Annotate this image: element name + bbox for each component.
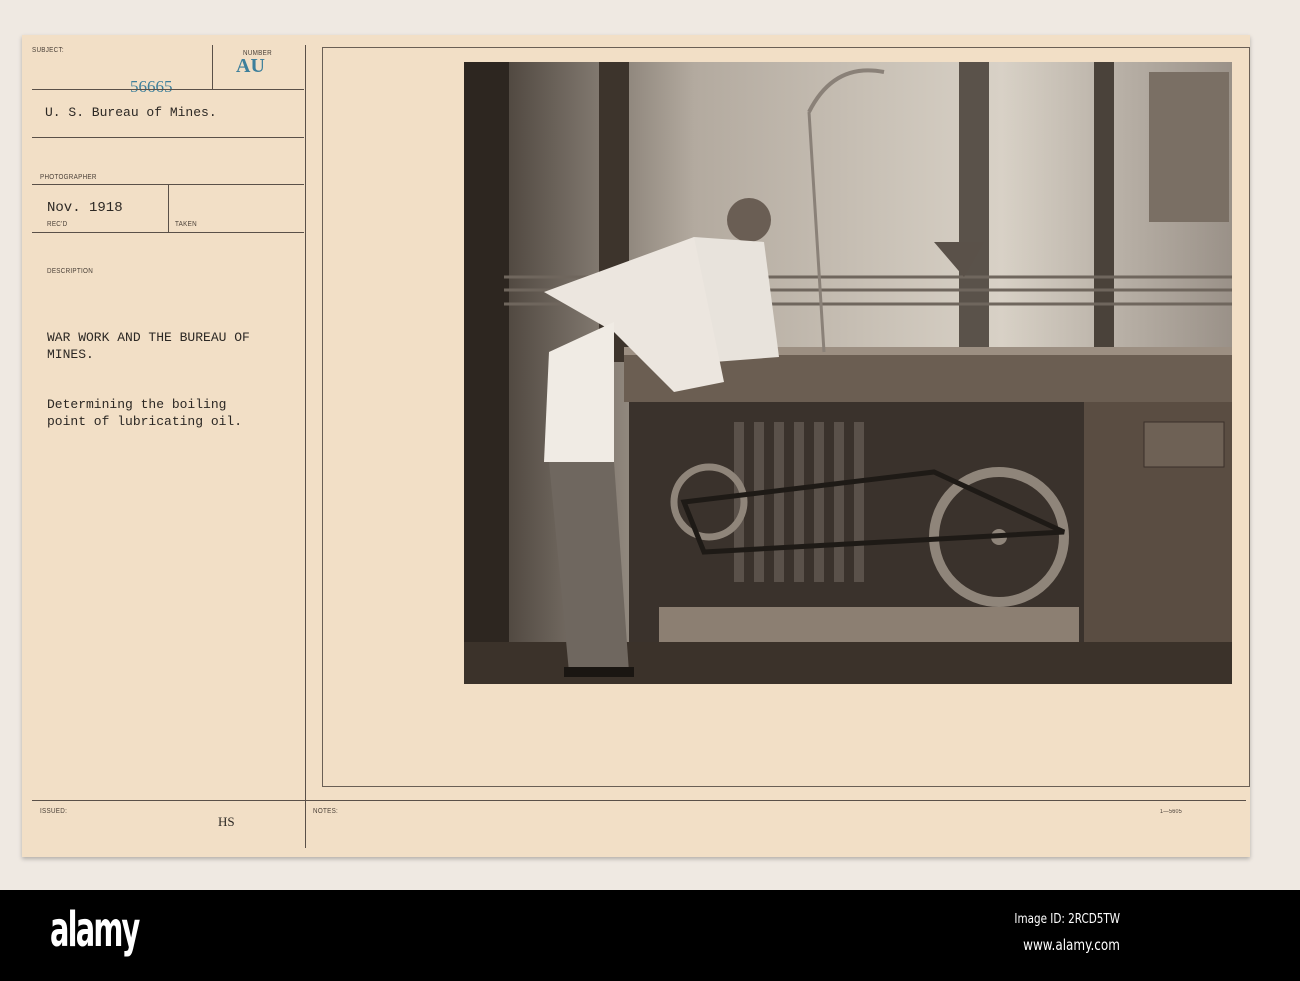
- number-stamp: AU: [236, 55, 265, 77]
- recd-value: Nov. 1918: [47, 200, 123, 216]
- photograph: [464, 62, 1232, 684]
- description-text-line-2: point of lubricating oil.: [47, 414, 243, 429]
- archive-card: SUBJECT: NUMBER AU 56665 U. S. Bureau of…: [22, 35, 1250, 857]
- serial-stamp: 56665: [130, 77, 173, 96]
- subject-label: SUBJECT:: [32, 47, 64, 54]
- taken-label: TAKEN: [175, 221, 197, 228]
- divider: [32, 89, 304, 90]
- form-number: 1—5605: [1160, 809, 1183, 815]
- alamy-logo: alamy: [50, 902, 140, 958]
- description-label: DESCRIPTION: [47, 268, 94, 275]
- subject-value: U. S. Bureau of Mines.: [45, 105, 217, 120]
- notes-label: NOTES:: [313, 808, 339, 815]
- divider: [32, 232, 304, 233]
- bottom-divider: [32, 800, 1246, 801]
- divider: [32, 137, 304, 138]
- divider: [168, 184, 169, 232]
- description-text-line-1: Determining the boiling: [47, 397, 227, 412]
- issued-value: HS: [218, 814, 235, 829]
- photograph-lab-scene: [464, 62, 1232, 684]
- watermark-banner: alamy Image ID: 2RCD5TW www.alamy.com: [0, 890, 1300, 981]
- photographer-label: PHOTOGRAPHER: [40, 174, 97, 181]
- column-divider: [305, 45, 306, 848]
- description-title-line-2: MINES.: [47, 347, 94, 362]
- issued-label: ISSUED:: [40, 808, 68, 815]
- description-title-line-1: WAR WORK AND THE BUREAU OF: [47, 330, 250, 345]
- site-url: www.alamy.com: [1023, 936, 1120, 954]
- image-id: Image ID: 2RCD5TW: [1014, 912, 1120, 927]
- divider: [212, 45, 213, 89]
- recd-label: REC'D: [47, 221, 68, 228]
